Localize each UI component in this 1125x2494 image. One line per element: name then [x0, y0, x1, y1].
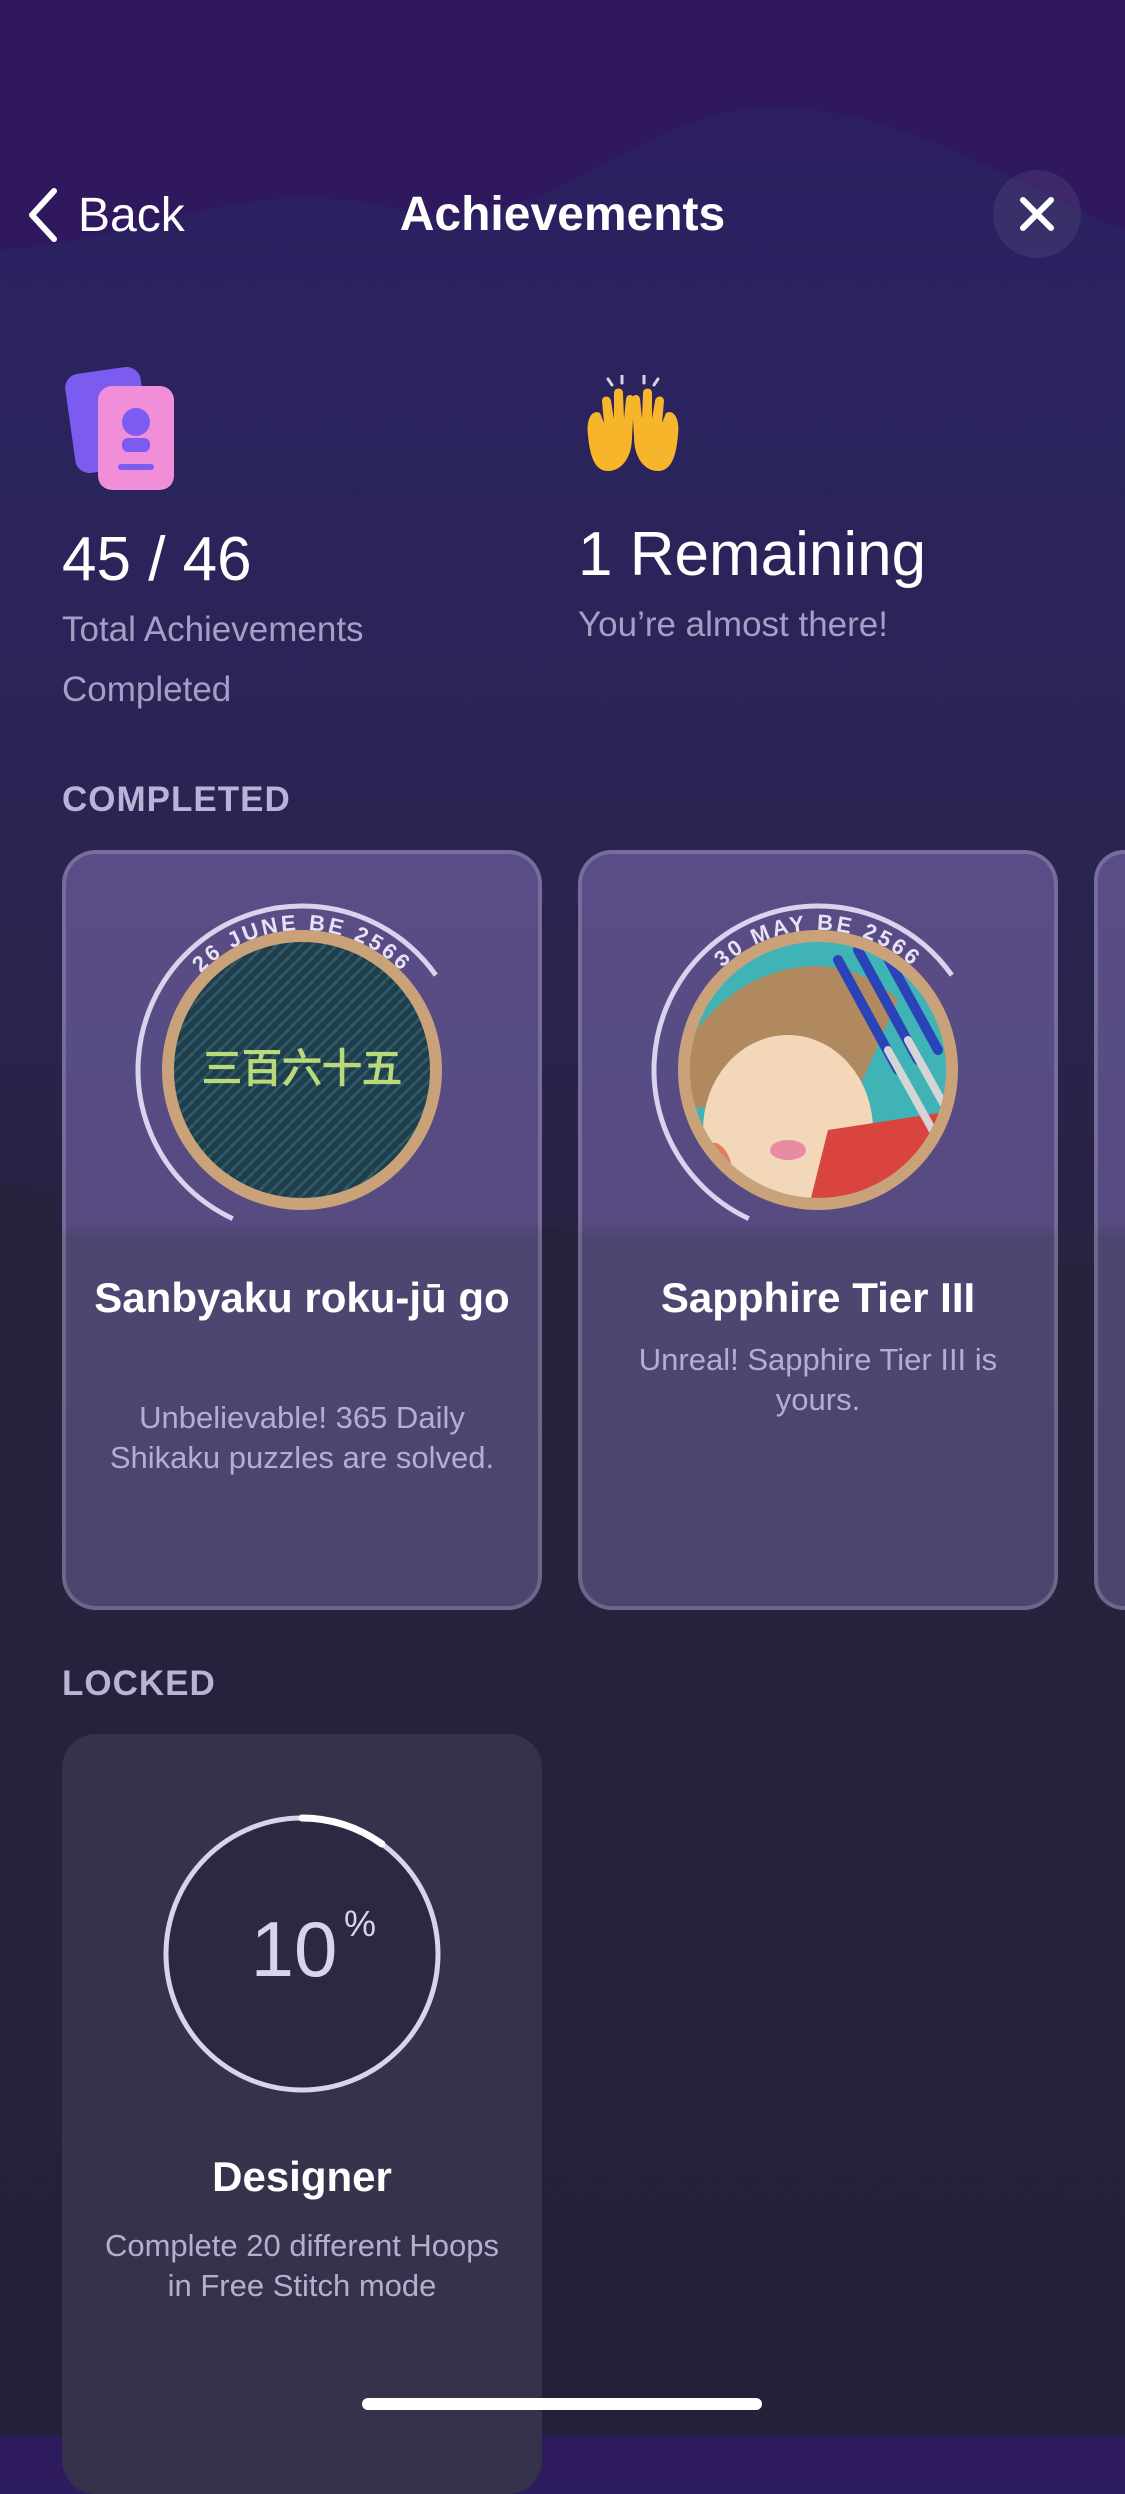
completed-caption-2: Completed	[62, 670, 232, 709]
remaining-caption: You’re almost there!	[578, 605, 888, 644]
section-completed-label: COMPLETED	[62, 780, 291, 819]
raised-hands-icon	[587, 375, 679, 471]
page-title: Achievements	[399, 188, 726, 241]
achievement-card-sapphire[interactable]: 30 MAY BE 2566 Sapphire Tier III Unreal!…	[578, 850, 1058, 1610]
section-locked-label: LOCKED	[62, 1664, 216, 1703]
achievement-card-designer[interactable]: 10 % Designer Complete 20 different Hoop…	[62, 1734, 542, 2494]
achievement-card-peek[interactable]	[1094, 850, 1125, 1610]
home-indicator	[362, 2398, 762, 2410]
badge-kanji: 三百六十五	[202, 1046, 402, 1092]
progress-number: 10	[251, 1905, 338, 1993]
badge-365: 26 JUNE BE 2566 三百六十五	[135, 903, 469, 1237]
completed-caption-1: Total Achievements	[62, 610, 364, 649]
completed-stats: 45 / 46 Total Achievements Completed	[62, 360, 482, 720]
card-title: Sapphire Tier III	[660, 1274, 976, 1321]
close-icon	[1020, 197, 1054, 231]
progress-ring: 10 %	[162, 1814, 442, 2094]
badge-sapphire: 30 MAY BE 2566	[651, 903, 985, 1237]
card-description: Complete 20 different Hoops in Free Stit…	[104, 2228, 500, 2303]
card-title: Designer	[212, 2153, 392, 2200]
completed-count: 45 / 46	[62, 525, 252, 594]
cards-icon	[65, 367, 174, 490]
card-title: Sanbyaku roku-jū go	[94, 1274, 510, 1321]
remaining-count: 1 Remaining	[578, 520, 927, 589]
progress-unit: %	[344, 1903, 376, 1944]
nav-bar: Back Achievements	[0, 150, 1125, 280]
card-description: Unbelievable! 365 Daily Shikaku puzzles …	[109, 1400, 495, 1475]
achievement-card-sanbyaku[interactable]: 26 JUNE BE 2566 三百六十五 Sanbyaku roku-jū g…	[62, 850, 542, 1610]
card-description: Unreal! Sapphire Tier III is yours.	[638, 1342, 998, 1417]
remaining-stats: 1 Remaining You’re almost there!	[578, 360, 1078, 655]
close-button[interactable]	[993, 170, 1081, 258]
